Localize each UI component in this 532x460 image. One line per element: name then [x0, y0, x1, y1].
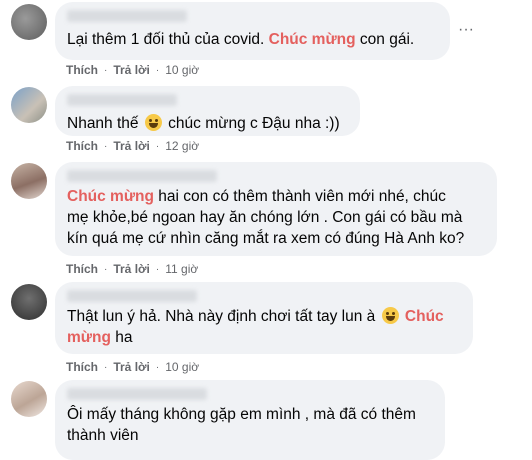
comment-text: Ôi mấy tháng không gặp em mình , mà đã c… — [67, 406, 416, 444]
comment-text: Chúc mừng hai con có thêm thành viên mới… — [67, 188, 465, 247]
author-name[interactable] — [67, 388, 207, 400]
timestamp[interactable]: 10 giờ — [165, 63, 199, 77]
timestamp[interactable]: 10 giờ — [165, 360, 199, 374]
comment-bubble: Lại thêm 1 đối thủ của covid. Chúc mừng … — [55, 2, 450, 60]
timestamp[interactable]: 11 giờ — [165, 262, 198, 276]
author-name[interactable] — [67, 94, 177, 106]
like-button[interactable]: Thích — [66, 139, 98, 153]
avatar[interactable] — [11, 163, 47, 199]
like-button[interactable]: Thích — [66, 262, 98, 276]
highlight-text: Chúc — [404, 308, 444, 325]
avatar[interactable] — [11, 284, 47, 320]
comment-bubble: Nhanh thế chúc mừng c Đậu nha :)) — [55, 86, 360, 136]
avatar[interactable] — [11, 87, 47, 123]
comment-text: Nhanh thế chúc mừng c Đậu nha :)) — [67, 114, 340, 132]
like-button[interactable]: Thích — [66, 63, 98, 77]
reply-button[interactable]: Trả lời — [113, 139, 150, 153]
comment-bubble: Thật lun ý hả. Nhà này định chơi tất tay… — [55, 282, 473, 354]
author-name[interactable] — [67, 290, 197, 302]
grinning-emoji-icon — [381, 307, 399, 324]
comment-text: Lại thêm 1 đối thủ của covid. Chúc mừng … — [67, 31, 415, 48]
reply-button[interactable]: Trả lời — [113, 63, 150, 77]
comment-actions: Thích · Trả lời · 10 giờ — [66, 63, 200, 77]
timestamp[interactable]: 12 giờ — [165, 139, 199, 153]
avatar[interactable] — [11, 4, 47, 40]
author-name[interactable] — [67, 170, 217, 182]
comment-actions: Thích · Trả lời · 11 giờ — [66, 262, 199, 276]
author-name[interactable] — [67, 10, 187, 22]
reply-button[interactable]: Trả lời — [113, 262, 150, 276]
highlight-text: mừng — [67, 329, 111, 346]
like-button[interactable]: Thích — [66, 360, 98, 374]
reply-button[interactable]: Trả lời — [113, 360, 150, 374]
comment-actions: Thích · Trả lời · 10 giờ — [66, 360, 200, 374]
avatar[interactable] — [11, 381, 47, 417]
comment-actions: Thích · Trả lời · 12 giờ — [66, 139, 200, 153]
highlight-text: Chúc mừng — [268, 31, 356, 48]
laughing-emoji-icon — [144, 114, 162, 131]
comment-bubble: Chúc mừng hai con có thêm thành viên mới… — [55, 162, 497, 256]
comment-text: Thật lun ý hả. Nhà này định chơi tất tay… — [67, 307, 444, 346]
comment-bubble: Ôi mấy tháng không gặp em mình , mà đã c… — [55, 380, 445, 460]
highlight-text: Chúc mừng — [67, 188, 154, 205]
more-horizontal-icon[interactable]: ··· — [456, 20, 476, 40]
